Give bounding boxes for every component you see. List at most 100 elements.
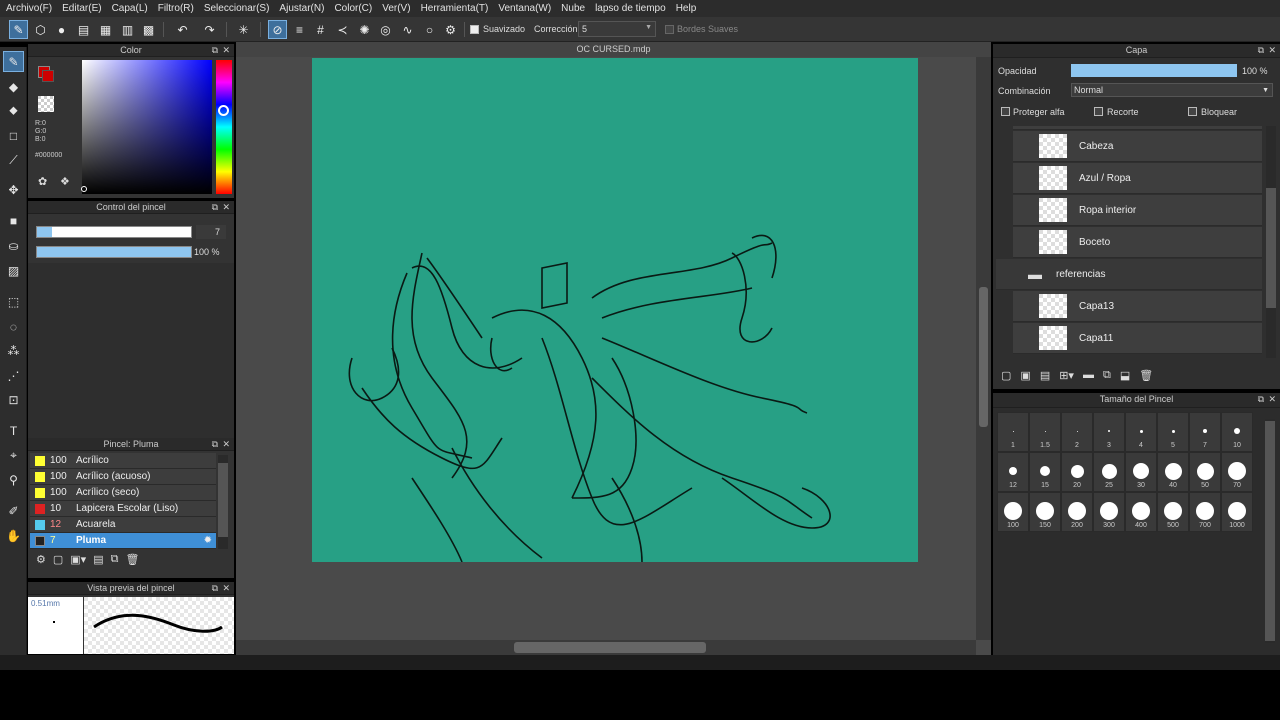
- bg-color-swatch[interactable]: [38, 96, 54, 112]
- dropper-alt-icon[interactable]: ⚲: [3, 469, 24, 490]
- suavizado-checkbox[interactable]: [470, 25, 479, 34]
- protect-alpha-checkbox[interactable]: [1001, 107, 1010, 116]
- layer-row[interactable]: Ropa interior: [1013, 195, 1262, 226]
- gradient-tool-icon[interactable]: ▨: [3, 260, 24, 281]
- brush-list-item[interactable]: 7 Pluma ✹: [30, 533, 216, 549]
- brush-size-cell[interactable]: 300: [1093, 492, 1125, 532]
- brush-size-cell[interactable]: 10: [1221, 412, 1253, 452]
- brush-size-cell[interactable]: 150: [1029, 492, 1061, 532]
- bordes-checkbox[interactable]: [665, 25, 674, 34]
- brush-size-cell[interactable]: 1: [997, 412, 1029, 452]
- select-rect-icon[interactable]: ⬚: [3, 291, 24, 312]
- merge-layer-icon[interactable]: ⬓: [1120, 369, 1130, 382]
- horizontal-scrollbar[interactable]: [236, 640, 976, 655]
- brush-size-cell[interactable]: 70: [1221, 452, 1253, 492]
- menu-item[interactable]: Color(C): [334, 3, 372, 14]
- brush-list-item[interactable]: 12 Acuarela: [30, 517, 216, 533]
- concentric-icon[interactable]: ◎: [376, 20, 395, 39]
- brush-size-cell[interactable]: 12: [997, 452, 1029, 492]
- new-layer-text-icon[interactable]: ▤: [1040, 369, 1050, 382]
- mode-icon[interactable]: ⬡: [31, 20, 50, 39]
- brush-list-scrollbar[interactable]: [218, 455, 228, 549]
- close-icon[interactable]: ✕: [1268, 393, 1276, 406]
- snap-icon[interactable]: ✳: [234, 20, 253, 39]
- parallel-ruler-icon[interactable]: ≡: [290, 20, 309, 39]
- mixer-icon[interactable]: ❖: [60, 175, 72, 188]
- lasso-tool-icon[interactable]: ◌: [3, 316, 24, 337]
- saturation-value-picker[interactable]: [82, 60, 212, 194]
- perspective-icon[interactable]: ≺: [333, 20, 352, 39]
- brush-size-cell[interactable]: 20: [1061, 452, 1093, 492]
- select-pen-icon[interactable]: ⋰: [3, 365, 24, 386]
- menu-item[interactable]: Filtro(R): [158, 3, 194, 14]
- curve-icon[interactable]: ∿: [398, 20, 417, 39]
- new-folder-icon[interactable]: ▬: [1083, 369, 1094, 381]
- brush-size-cell[interactable]: 30: [1125, 452, 1157, 492]
- circle-icon[interactable]: ○: [420, 20, 439, 39]
- menu-item[interactable]: Editar(E): [62, 3, 101, 14]
- expand-icon[interactable]: ⧉: [212, 582, 218, 595]
- tile-icon[interactable]: ▩: [139, 20, 158, 39]
- menu-item[interactable]: Capa(L): [112, 3, 148, 14]
- brush-copy-icon[interactable]: ⧉: [111, 553, 119, 573]
- brush-size-cell[interactable]: 1.5: [1029, 412, 1061, 452]
- menu-item[interactable]: Ajustar(N): [279, 3, 324, 14]
- pencil-tool-icon[interactable]: ✐: [3, 500, 24, 521]
- drawing-canvas[interactable]: [312, 58, 918, 562]
- eraser-tool-icon[interactable]: ◆: [3, 76, 24, 97]
- picker-cursor[interactable]: [81, 186, 87, 192]
- bucket-tool-icon[interactable]: ⛀: [3, 235, 24, 256]
- pen-tool-quick-icon[interactable]: ✎: [9, 20, 28, 39]
- brush-delete-icon[interactable]: 🗑: [125, 553, 139, 573]
- document-tab[interactable]: OC CURSED.mdp: [236, 42, 991, 57]
- menu-item[interactable]: Nube: [561, 3, 585, 14]
- brush-size-cell[interactable]: 2: [1061, 412, 1093, 452]
- brush-size-cell[interactable]: 500: [1157, 492, 1189, 532]
- select-eraser-icon[interactable]: ⊡: [3, 389, 24, 410]
- menu-item[interactable]: Ver(V): [382, 3, 410, 14]
- snap-off-icon[interactable]: ⊘: [268, 20, 287, 39]
- blur-tool-icon[interactable]: ⟋: [3, 150, 24, 171]
- text-tool-icon[interactable]: T: [3, 420, 24, 441]
- eyedropper-tool-icon[interactable]: ⌖: [3, 445, 24, 466]
- rect-tool-icon[interactable]: □: [3, 125, 24, 146]
- size-value[interactable]: 7: [196, 225, 226, 239]
- brush-size-cell[interactable]: 5: [1157, 412, 1189, 452]
- expand-icon[interactable]: ⧉: [212, 201, 218, 214]
- radial-icon[interactable]: ✺: [355, 20, 374, 39]
- hue-handle[interactable]: [218, 105, 229, 116]
- doc-icon[interactable]: ▦: [96, 20, 115, 39]
- brush-list-item[interactable]: 100 Acrílico: [30, 453, 216, 469]
- vertical-scrollbar[interactable]: [976, 57, 991, 640]
- move-tool-icon[interactable]: ✥: [3, 179, 24, 200]
- speech-icon[interactable]: ●: [52, 20, 71, 39]
- new-layer-alt-icon[interactable]: ▣: [1020, 369, 1030, 382]
- menu-item[interactable]: Seleccionar(S): [204, 3, 270, 14]
- new-brush-icon[interactable]: ▢: [53, 553, 63, 573]
- menu-item[interactable]: Ventana(W): [498, 3, 551, 14]
- hue-slider[interactable]: [216, 60, 232, 194]
- brush-list-item[interactable]: 100 Acrílico (acuoso): [30, 469, 216, 485]
- size-scrollbar[interactable]: [1265, 419, 1275, 643]
- brush-size-cell[interactable]: 400: [1125, 492, 1157, 532]
- blend-select[interactable]: Normal ▼: [1071, 83, 1273, 97]
- grid-snap-icon[interactable]: #: [311, 20, 330, 39]
- expand-icon[interactable]: ⧉: [1258, 44, 1264, 57]
- menu-item[interactable]: lapso de tiempo: [595, 3, 666, 14]
- expand-icon[interactable]: ⧉: [212, 44, 218, 57]
- undo-icon[interactable]: ↶: [173, 20, 192, 39]
- lock-checkbox[interactable]: [1188, 107, 1197, 116]
- redo-icon[interactable]: ↷: [200, 20, 219, 39]
- correccion-select[interactable]: 5 ▼: [578, 21, 656, 37]
- delete-layer-icon[interactable]: 🗑: [1139, 369, 1153, 382]
- canvas-area[interactable]: OC CURSED.mdp: [236, 42, 991, 655]
- wand-tool-icon[interactable]: ⁂: [3, 340, 24, 361]
- eraser-alt-icon[interactable]: ⬥: [3, 100, 24, 121]
- menu-item[interactable]: Herramienta(T): [421, 3, 489, 14]
- layer-row[interactable]: Azul / Ropa: [1013, 163, 1262, 194]
- grid-icon[interactable]: ▥: [118, 20, 137, 39]
- close-icon[interactable]: ✕: [1268, 44, 1276, 57]
- brush-folder-icon[interactable]: ▤: [93, 553, 103, 573]
- brush-settings-icon[interactable]: ⚙: [36, 553, 46, 573]
- brush-menu-icon[interactable]: ▣▾: [70, 553, 86, 573]
